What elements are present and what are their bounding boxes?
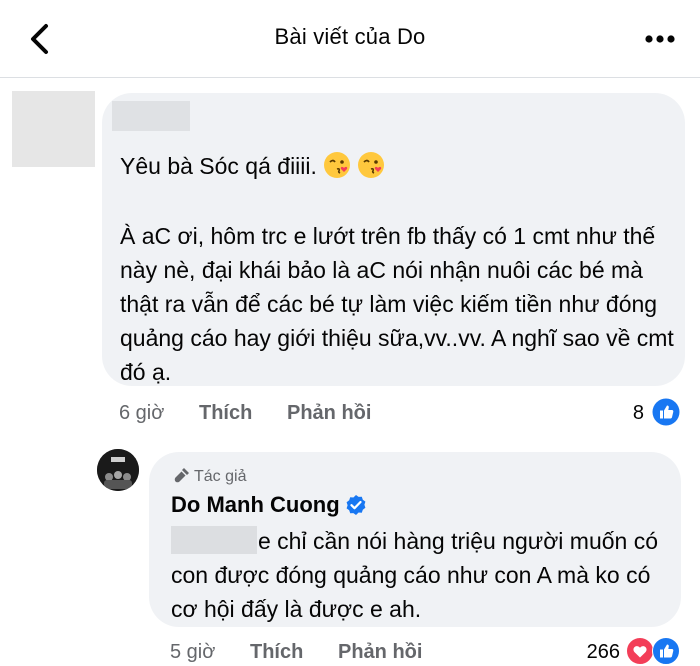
kiss-emoji-icon xyxy=(357,152,384,178)
verified-badge-icon xyxy=(346,495,366,515)
reply-text: e chỉ cần nói hàng triệu người muốn có c… xyxy=(171,528,658,622)
reply-reply-button[interactable]: Phản hồi xyxy=(338,641,422,664)
reply-reaction-count[interactable]: 266 xyxy=(570,641,620,664)
comment-bubble: Yêu bà Sóc qá điiii. À aC ơi, hôm trc e … xyxy=(102,93,685,386)
comment-first-line-text: Yêu bà Sóc qá điiii. xyxy=(120,153,317,179)
more-dots-icon xyxy=(645,35,675,43)
author-badge: Tác giả xyxy=(173,466,246,486)
comment-reply-button[interactable]: Phản hồi xyxy=(287,402,371,425)
reply-like-button[interactable]: Thích xyxy=(250,641,303,664)
author-name[interactable]: Do Manh Cuong xyxy=(171,492,340,518)
microphone-icon xyxy=(174,468,189,483)
comment-body: À aC ơi, hôm trc e lướt trên fb thấy có … xyxy=(120,223,674,385)
page-title: Bài viết của Do xyxy=(274,24,426,49)
comment-time: 6 giờ xyxy=(119,402,165,424)
comment-like-button[interactable]: Thích xyxy=(199,402,252,425)
author-badge-label: Tác giả xyxy=(194,468,247,485)
comment-first-line: Yêu bà Sóc qá điiii. xyxy=(120,149,385,183)
kiss-emoji-icon xyxy=(323,152,350,178)
more-options-button[interactable] xyxy=(640,24,680,54)
reply-bubble: Tác giả Do Manh Cuong e chỉ cần nói hàng… xyxy=(149,452,681,627)
heart-icon[interactable] xyxy=(626,637,654,665)
comment-reaction-count[interactable]: 8 xyxy=(620,402,644,425)
header-bar: Bài viết của Do xyxy=(0,0,700,78)
like-icon[interactable] xyxy=(652,637,680,665)
like-icon[interactable] xyxy=(652,398,680,426)
avatar-photo xyxy=(97,449,139,491)
author-avatar[interactable] xyxy=(97,449,139,491)
commenter-avatar[interactable] xyxy=(12,91,95,167)
commenter-name[interactable] xyxy=(112,101,190,131)
reply-time: 5 giờ xyxy=(170,641,216,663)
